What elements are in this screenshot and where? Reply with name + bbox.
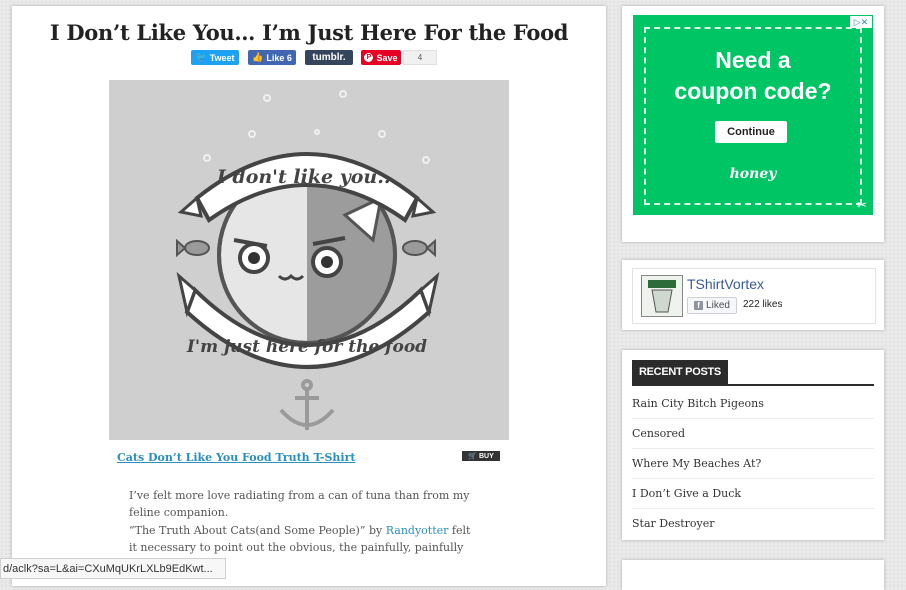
cart-icon: 🛒	[468, 453, 477, 460]
pinterest-save-button[interactable]: P Save	[361, 50, 401, 65]
thumbs-up-icon: 👍	[252, 52, 264, 62]
save-label: Save	[376, 52, 398, 63]
buy-label: BUY	[478, 452, 494, 460]
recent-posts-widget: RECENT POSTS Rain City Bitch Pigeons Cen…	[622, 350, 884, 540]
ad-widget: Need a coupon code? Continue honey ▷✕ ✂	[622, 6, 884, 242]
post-panel: I Don’t Like You… I’m Just Here For the …	[12, 6, 606, 586]
ad-headline-line1: Need a	[715, 47, 791, 73]
liked-label: Liked	[706, 300, 730, 311]
facebook-icon: f	[694, 301, 704, 310]
buy-button[interactable]: 🛒 BUY	[462, 451, 500, 461]
product-link[interactable]: Cats Don’t Like You Food Truth T-Shirt	[117, 451, 355, 464]
page-avatar-image	[648, 280, 676, 313]
post-paragraph: I’ve felt more love radiating from a can…	[129, 489, 470, 519]
paragraph-text: “The Truth About Cats(and Some People)” …	[129, 524, 386, 537]
ad-headline-line2: coupon code?	[674, 78, 832, 104]
continue-button[interactable]: Continue	[715, 121, 787, 143]
ad-headline: Need a coupon code?	[633, 45, 873, 107]
divider	[632, 384, 874, 386]
sidebar-widget	[622, 560, 884, 590]
like-label: Like 6	[266, 52, 292, 63]
page-avatar[interactable]	[641, 275, 683, 317]
scissors-icon: ✂	[856, 198, 867, 212]
artwork-top-text: I don't like you...	[216, 166, 397, 188]
artwork-bottom-text: I'm just here for the food	[186, 337, 427, 357]
likes-count: 222 likes	[743, 299, 783, 310]
tshirt-artwork[interactable]: I don't like you... I'm just here for th…	[109, 80, 509, 440]
facebook-widget: TShirtVortex f Liked 222 likes	[622, 260, 884, 330]
liked-button[interactable]: f Liked	[687, 297, 737, 314]
cat-illustration: I don't like you... I'm just here for th…	[176, 90, 440, 430]
recent-post-link[interactable]: I Don’t Give a Duck	[632, 479, 874, 509]
tweet-label: Tweet	[209, 52, 235, 63]
tumblr-button[interactable]: tumblr.	[305, 50, 353, 65]
tweet-button[interactable]: 🐦 Tweet	[191, 50, 239, 65]
facebook-page-box: TShirtVortex f Liked 222 likes	[632, 268, 876, 324]
pinterest-icon: P	[364, 53, 374, 62]
status-bar-url: d/aclk?sa=L&ai=CXuMqUKrLXLb9EdKwt...	[0, 558, 226, 579]
facebook-page-name[interactable]: TShirtVortex	[687, 276, 764, 292]
facebook-like-button[interactable]: 👍 Like 6	[248, 50, 296, 65]
author-link[interactable]: Randyotter	[386, 524, 449, 537]
recent-posts-list: Rain City Bitch Pigeons Censored Where M…	[632, 389, 874, 538]
recent-post-link[interactable]: Censored	[632, 419, 874, 449]
twitter-icon: 🐦	[195, 52, 207, 62]
recent-post-link[interactable]: Star Destroyer	[632, 509, 874, 538]
recent-post-link[interactable]: Rain City Bitch Pigeons	[632, 389, 874, 419]
recent-post-link[interactable]: Where My Beaches At?	[632, 449, 874, 479]
honey-logo: honey	[729, 166, 777, 182]
pin-count: 4	[403, 50, 437, 65]
adchoices-icon[interactable]: ▷✕	[850, 16, 872, 28]
honey-ad[interactable]: Need a coupon code? Continue honey ▷✕ ✂	[633, 15, 873, 215]
post-title: I Don’t Like You… I’m Just Here For the …	[49, 20, 569, 45]
recent-posts-heading: RECENT POSTS	[632, 360, 728, 384]
tumblr-label: tumblr.	[312, 52, 346, 63]
